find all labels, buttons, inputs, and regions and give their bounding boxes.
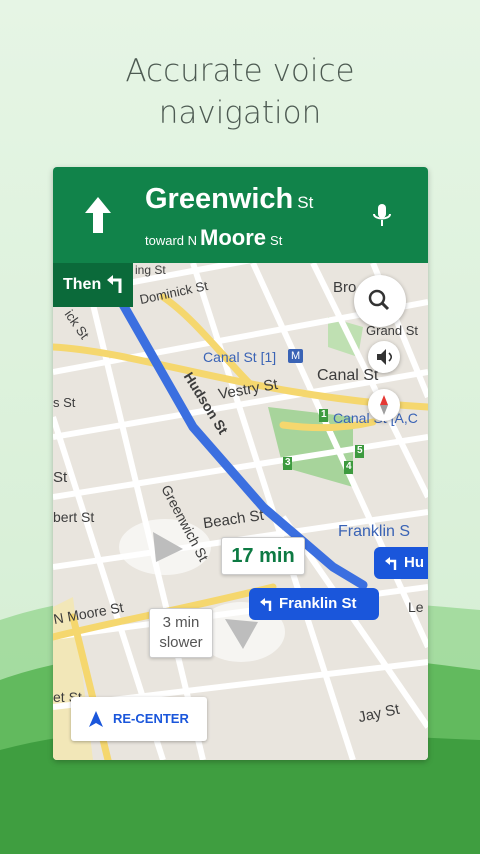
- exit-marker: 1: [321, 409, 327, 420]
- transit-label: Canal St [1]: [203, 349, 277, 365]
- search-button[interactable]: [354, 275, 406, 327]
- eta-bubble[interactable]: 17 min: [221, 537, 305, 575]
- exit-marker: 4: [346, 461, 352, 472]
- route-chip-franklin[interactable]: Franklin St: [249, 588, 379, 620]
- recenter-label: RE-CENTER: [113, 711, 189, 726]
- route-chip-label: Franklin St: [279, 595, 357, 612]
- street-label: bert St: [53, 509, 95, 525]
- navigation-arrow-icon: [89, 711, 103, 727]
- headline: Accurate voice navigation: [0, 50, 480, 134]
- speaker-icon: [377, 349, 393, 365]
- slower-label: slower: [159, 634, 203, 651]
- next-step-label: Then: [63, 276, 102, 293]
- alternate-route-bubble[interactable]: 3 min slower: [149, 608, 213, 658]
- recenter-button[interactable]: RE-CENTER: [71, 697, 207, 741]
- route-chip-label: Hu: [404, 554, 424, 571]
- street-label: Bro: [333, 279, 357, 296]
- navigation-header[interactable]: Greenwich St toward N Moore St: [53, 167, 428, 263]
- toward-street-name: Moore: [200, 225, 267, 250]
- microphone-icon[interactable]: [371, 203, 393, 229]
- next-step-tab[interactable]: Then: [53, 263, 133, 307]
- headline-line-1: Accurate voice: [125, 53, 355, 89]
- phone-screen: ing St Dominick St ick St Bro Grand St C…: [53, 167, 428, 760]
- turn-left-icon: [107, 275, 122, 293]
- street-label: Le: [408, 599, 424, 615]
- search-icon: [368, 289, 390, 311]
- street-label: s St: [53, 395, 76, 410]
- current-street: Greenwich St: [145, 183, 313, 216]
- compass-icon: [380, 395, 388, 415]
- street-label: Franklin S: [338, 523, 411, 540]
- toward-street-suffix: St: [270, 233, 283, 248]
- sound-button[interactable]: [368, 341, 400, 373]
- toward-prefix: toward N: [145, 233, 198, 248]
- toward-street: toward N Moore St: [145, 225, 282, 251]
- turn-left-icon: [260, 598, 272, 611]
- turn-left-icon: [385, 557, 397, 570]
- street-label: St: [53, 469, 68, 486]
- street-label: ing St: [135, 263, 166, 277]
- current-street-suffix: St: [297, 193, 314, 212]
- exit-marker: 3: [285, 457, 291, 468]
- slower-time: 3 min: [162, 614, 200, 631]
- current-street-name: Greenwich: [145, 183, 294, 215]
- compass-button[interactable]: [368, 389, 400, 421]
- exit-marker: 5: [357, 445, 363, 456]
- subway-badge: M: [288, 349, 304, 363]
- straight-arrow-icon: [85, 197, 111, 233]
- headline-line-2: navigation: [158, 95, 322, 131]
- route-chip-hudson[interactable]: Hu: [374, 547, 428, 579]
